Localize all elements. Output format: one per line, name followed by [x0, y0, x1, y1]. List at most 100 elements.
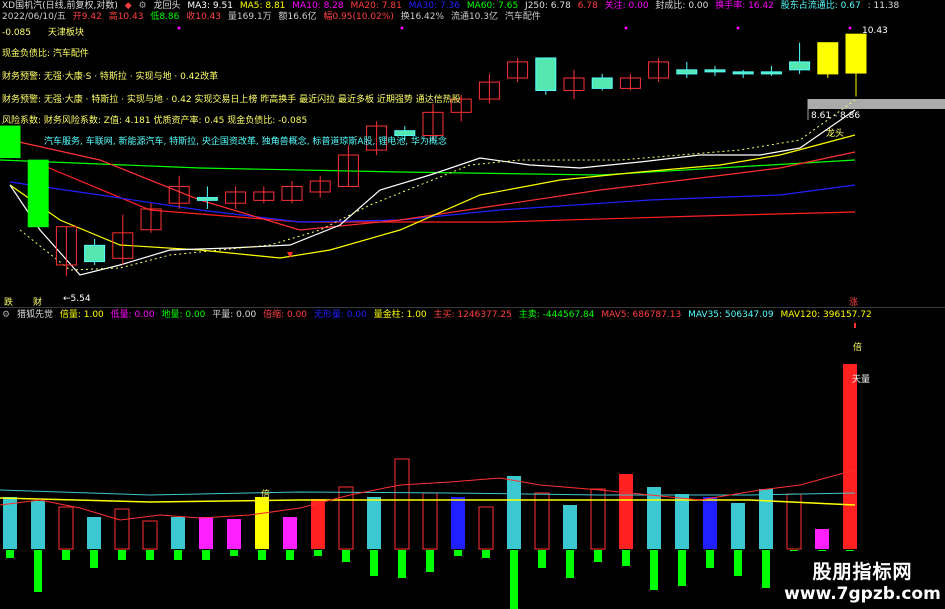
overlay-l1-tag: 天津板块 — [47, 28, 84, 38]
volume-bar — [87, 517, 101, 549]
volume-bar — [255, 497, 269, 549]
turnover-ratio: 换手率: 16.42 — [715, 1, 774, 11]
vol-mav120: MAV120: 396157.72 — [780, 310, 872, 320]
volume-indicator-name[interactable]: 猎狐先觉 — [17, 310, 53, 320]
mav120-line — [0, 497, 856, 506]
volume-neg-bar — [202, 550, 210, 560]
info-vol: 量169.1万 — [227, 12, 272, 22]
diamond-icon: ◆ — [124, 1, 132, 11]
dragon-label: 龙头 — [826, 129, 845, 139]
volume-neg-bar — [482, 550, 490, 558]
volume-bar — [507, 476, 521, 549]
stock-title[interactable]: XD国机汽(日线,前复权,对数) — [2, 1, 118, 11]
volume-bar — [731, 503, 745, 549]
vol-label-tian: 天量 — [852, 375, 871, 385]
range-label: 8.61 - 8.86 — [811, 111, 861, 121]
gear-icon[interactable]: ⚙ — [139, 1, 147, 11]
price-high-label: 10.43 — [862, 26, 888, 36]
j250-value: J250: 6.78 — [525, 1, 571, 11]
volume-neg-bar — [174, 550, 182, 560]
volume-neg-bar — [538, 550, 546, 568]
volume-neg-bar — [566, 550, 574, 578]
volume-bar — [422, 492, 438, 550]
vol-ping: 平量: 0.00 — [212, 310, 257, 320]
volume-bar — [283, 517, 297, 549]
vol-zhumai: 主买: 1246377.25 — [433, 310, 512, 320]
volume-neg-bar — [454, 550, 462, 556]
price-low-label: ←5.54 — [63, 294, 91, 304]
focus-value: 关注: 0.00 — [604, 1, 649, 11]
overlay-line3: 财务预警: 无强·大康·S · 特斯拉 · 实现与地 · 0.42改革 — [2, 72, 219, 82]
tag-zhang: 涨 — [849, 298, 859, 308]
volume-neg-bar — [6, 550, 14, 558]
volume-neg-bar — [118, 550, 126, 560]
ma20-value: MA20: 7.81 — [350, 1, 402, 11]
volume-bar — [759, 489, 773, 549]
volume-header: ⚙ 猎狐先觉 倍量: 1.00 低量: 0.00 地量: 0.00 平量: 0.… — [2, 310, 876, 321]
info-turn: 换16.42% — [400, 12, 445, 22]
vol-zhumai2: 主卖: -444567.84 — [518, 310, 595, 320]
watermark: 股朋指标网 www.7gpzb.com — [780, 551, 945, 609]
volume-bar — [31, 501, 45, 549]
ma60-value: MA60: 7.65 — [466, 1, 519, 11]
volume-bar — [114, 508, 130, 550]
vol-label-bei-small: 倍 — [261, 490, 271, 500]
ma5-value: MA5: 8.81 — [239, 1, 286, 11]
volume-bar — [199, 517, 213, 549]
info-high: 高10.43 — [108, 12, 144, 22]
vol-beisuo: 倍缩: 0.00 — [263, 310, 308, 320]
volume-neg-bar — [146, 550, 154, 560]
volume-bar — [534, 492, 550, 550]
float-ratio: 股东占流通比: 0.67 — [780, 1, 861, 11]
volume-neg-bar — [650, 550, 658, 590]
volume-bar — [367, 497, 381, 549]
volume-neg-bar — [762, 550, 770, 588]
volume-bar — [590, 488, 606, 550]
volume-bar — [815, 529, 829, 549]
info-close: 收10.43 — [186, 12, 222, 22]
overlay-line5: 风险系数: 财务风险系数: Z值: 4.181 优质资产率: 0.45 现金负债… — [2, 116, 308, 126]
overlay-line4: 财务预警: 无强·大康 · 特斯拉 · 实现与地 · 0.42 实现交易日上榜 … — [2, 95, 461, 105]
ma30-value: MA30: 7.36 — [408, 1, 460, 11]
vol-dl: 地量: 0.00 — [161, 310, 206, 320]
info-date: 2022/06/10/五 — [2, 12, 66, 22]
info-open: 开9.42 — [72, 12, 102, 22]
header-tail: : 11.38 — [867, 1, 900, 11]
volume-bar — [703, 497, 717, 549]
vol-wuxing: 无形量: 0.00 — [313, 310, 367, 320]
volume-neg-bar — [706, 550, 714, 568]
volume-bar — [394, 458, 410, 550]
vol-di: 低量: 0.00 — [110, 310, 155, 320]
watermark-line2: www.7gpzb.com — [784, 584, 941, 604]
tag-cai: 财 — [33, 298, 43, 308]
header-bar: XD国机汽(日线,前复权,对数) ◆ ⚙ 龙回头 MA3: 9.51 MA5: … — [2, 1, 903, 12]
volume-bar — [675, 494, 689, 549]
info-sector: 汽车配件 — [504, 12, 541, 22]
tag-die: 跌 — [4, 298, 14, 308]
gear-icon[interactable]: ⚙ — [2, 310, 10, 320]
volume-neg-bar — [510, 550, 518, 609]
volume-neg-bar — [398, 550, 406, 578]
volume-neg-bar — [90, 550, 98, 568]
info-amp: 幅0.95(10.02%) — [323, 12, 394, 22]
concept-tags: 汽车服务, 车联网, 新能源汽车, 特斯拉, 央企国资改革, 独角兽概念, 标普… — [44, 137, 447, 147]
indicator-name[interactable]: 龙回头 — [153, 1, 180, 11]
volume-neg-bar — [342, 550, 350, 562]
volume-chart[interactable] — [0, 0, 945, 609]
volume-bar — [58, 506, 74, 550]
volume-bar — [451, 497, 465, 549]
ma10-value: MA10: 8.28 — [292, 1, 344, 11]
overlay-l1-value: -0.085 — [2, 28, 32, 38]
volume-bar — [171, 517, 185, 549]
watermark-line1: 股朋指标网 — [812, 561, 913, 583]
volume-neg-bar — [622, 550, 630, 566]
volume-neg-bar — [62, 550, 70, 560]
info-amount: 额16.6亿 — [278, 12, 317, 22]
volume-bar — [843, 364, 857, 549]
volume-neg-bar — [426, 550, 434, 572]
volume-bar — [142, 520, 158, 550]
volume-neg-bar — [286, 550, 294, 560]
overlay-line1: -0.085 天津板块 — [2, 28, 84, 39]
volume-neg-bar — [678, 550, 686, 586]
info-float: 流通10.3亿 — [450, 12, 498, 22]
